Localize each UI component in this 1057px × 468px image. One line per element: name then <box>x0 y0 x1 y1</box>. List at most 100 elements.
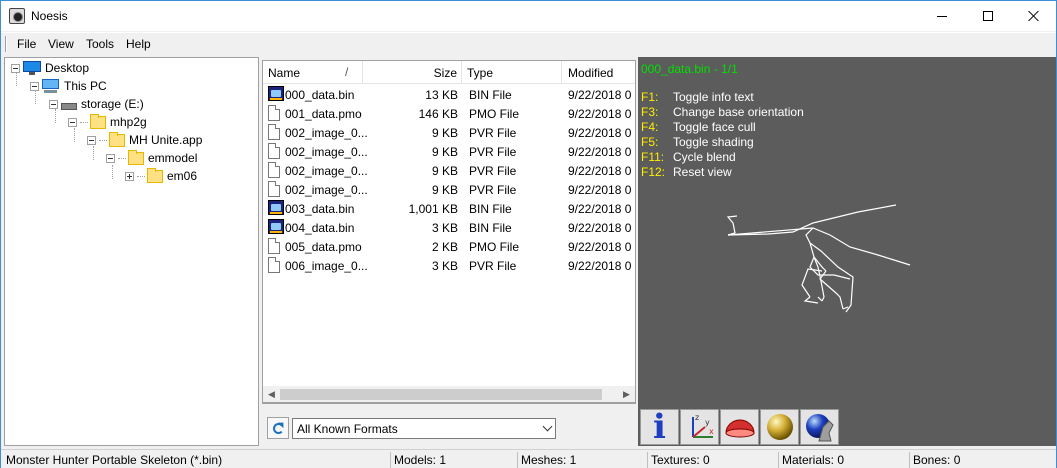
file-row[interactable]: 002_image_0... 9 KB PVR File 9/22/2018 0 <box>263 123 635 142</box>
viewport-toolbar: i z y x <box>638 407 1056 447</box>
file-size: 2 KB <box>431 240 458 254</box>
skeleton-bone <box>805 227 827 272</box>
expand-icon[interactable] <box>125 171 134 181</box>
document-icon <box>268 105 283 122</box>
animation-button[interactable] <box>800 409 839 445</box>
file-size: 9 KB <box>431 164 458 178</box>
computer-icon <box>42 79 60 93</box>
tree-item-mh-unite[interactable]: MH Unite.app <box>87 131 202 149</box>
column-header-name[interactable]: Name / <box>263 61 363 84</box>
file-list[interactable]: Name / Size Type Modified 000_data.bin 13 … <box>262 60 636 404</box>
tree-item-desktop[interactable]: Desktop <box>11 59 89 77</box>
file-modified: 9/22/2018 0 <box>568 221 632 235</box>
status-textures: Textures: 0 <box>647 452 777 468</box>
noesis-window: Noesis File View Tools Help Desktop This… <box>0 0 1057 468</box>
status-materials: Materials: 0 <box>778 452 908 468</box>
file-type: BIN File <box>469 221 512 235</box>
horizontal-scrollbar[interactable]: ◀ ▶ <box>262 386 636 403</box>
tree-item-this-pc[interactable]: This PC <box>30 77 107 95</box>
file-type: PVR File <box>469 183 517 197</box>
file-list-header: Name / Size Type Modified <box>263 61 635 84</box>
skeleton-bone <box>842 306 849 310</box>
collapse-icon[interactable] <box>68 117 77 127</box>
collapse-icon[interactable] <box>49 99 58 109</box>
tree-connector <box>80 121 88 123</box>
scroll-thumb[interactable] <box>280 389 602 400</box>
noesis-model-icon <box>268 219 284 234</box>
tree-item-storage[interactable]: storage (E:) <box>49 95 144 113</box>
scroll-right-icon[interactable]: ▶ <box>620 388 633 401</box>
file-name: 003_data.bin <box>285 202 355 216</box>
tree-item-label: emmodel <box>148 151 198 165</box>
gold-sphere-icon <box>766 414 793 440</box>
file-size: 3 KB <box>431 221 458 235</box>
collapse-icon[interactable] <box>87 135 96 145</box>
file-row[interactable]: 002_image_0... 9 KB PVR File 9/22/2018 0 <box>263 142 635 161</box>
file-row[interactable]: 000_data.bin 13 KB BIN File 9/22/2018 0 <box>263 85 635 104</box>
menu-view[interactable]: View <box>48 37 74 51</box>
folder-icon <box>109 131 125 147</box>
noesis-app-icon[interactable] <box>9 8 25 24</box>
document-icon <box>268 143 280 159</box>
close-button[interactable] <box>1011 1 1057 31</box>
format-filter-value: All Known Formats <box>297 422 398 436</box>
scroll-left-icon[interactable]: ◀ <box>265 388 278 401</box>
collapse-icon[interactable] <box>106 153 115 163</box>
format-filter-select[interactable]: All Known Formats <box>292 418 556 439</box>
document-icon <box>268 162 283 179</box>
info-button[interactable]: i <box>640 407 679 447</box>
menu-file[interactable]: File <box>17 37 36 51</box>
file-name: 002_image_0... <box>285 126 368 140</box>
help-action: Cycle blend <box>673 150 736 164</box>
file-type: PVR File <box>469 145 517 159</box>
title-bar[interactable]: Noesis <box>1 1 1056 31</box>
axes-button[interactable]: z y x <box>680 409 719 445</box>
red-dome-icon <box>724 419 755 438</box>
status-models: Models: 1 <box>390 452 516 468</box>
column-header-size[interactable]: Size <box>363 61 462 84</box>
file-row[interactable]: 003_data.bin 1,001 KB BIN File 9/22/2018 0 <box>263 199 635 218</box>
file-row[interactable]: 006_image_0... 3 KB PVR File 9/22/2018 0 <box>263 256 635 275</box>
menu-tools[interactable]: Tools <box>86 37 114 51</box>
tree-item-mhp2g[interactable]: mhp2g <box>68 113 147 131</box>
collapse-icon[interactable] <box>11 63 20 73</box>
file-type: BIN File <box>469 202 512 216</box>
axis-label-z: z <box>695 413 699 422</box>
column-header-type[interactable]: Type <box>462 61 562 84</box>
menu-grip <box>5 36 7 52</box>
file-modified: 9/22/2018 0 <box>568 145 632 159</box>
menu-bar: File View Tools Help <box>1 32 1056 54</box>
file-row[interactable]: 002_image_0... 9 KB PVR File 9/22/2018 0 <box>263 180 635 199</box>
dome-button[interactable] <box>720 409 759 445</box>
file-row[interactable]: 005_data.pmo 2 KB PMO File 9/22/2018 0 <box>263 237 635 256</box>
file-size: 146 KB <box>418 107 458 121</box>
model-viewport[interactable]: 000_data.bin - 1/1 F1: Toggle info text F… <box>638 57 1056 407</box>
document-icon <box>268 257 283 274</box>
file-row[interactable]: 002_image_0... 9 KB PVR File 9/22/2018 0 <box>263 161 635 180</box>
file-row[interactable]: 004_data.bin 3 KB BIN File 9/22/2018 0 <box>263 218 635 237</box>
help-action: Toggle face cull <box>673 120 756 134</box>
skeleton-bone <box>727 204 897 236</box>
minimize-button[interactable] <box>919 1 965 31</box>
column-header-modified[interactable]: Modified <box>562 61 635 84</box>
document-icon <box>268 162 280 178</box>
folder-tree[interactable]: Desktop This PC storage (E:) mhp2g MH Un… <box>4 57 259 446</box>
sphere-button[interactable] <box>760 409 799 445</box>
file-size: 13 KB <box>425 88 458 102</box>
refresh-button[interactable] <box>267 417 289 439</box>
file-row[interactable]: 001_data.pmo 146 KB PMO File 9/22/2018 0 <box>263 104 635 123</box>
tree-item-em06[interactable]: em06 <box>125 167 197 185</box>
file-name: 002_image_0... <box>285 164 368 178</box>
file-type: PVR File <box>469 164 517 178</box>
file-size: 9 KB <box>431 183 458 197</box>
file-name: 002_image_0... <box>285 183 368 197</box>
file-name: 006_image_0... <box>285 259 368 273</box>
tree-item-emmodel[interactable]: emmodel <box>106 149 197 167</box>
status-meshes: Meshes: 1 <box>517 452 646 468</box>
minimize-icon <box>937 15 947 17</box>
menu-help[interactable]: Help <box>126 37 151 51</box>
folder-icon <box>90 113 106 129</box>
maximize-button[interactable] <box>965 1 1011 31</box>
collapse-icon[interactable] <box>30 81 39 91</box>
file-modified: 9/22/2018 0 <box>568 240 632 254</box>
